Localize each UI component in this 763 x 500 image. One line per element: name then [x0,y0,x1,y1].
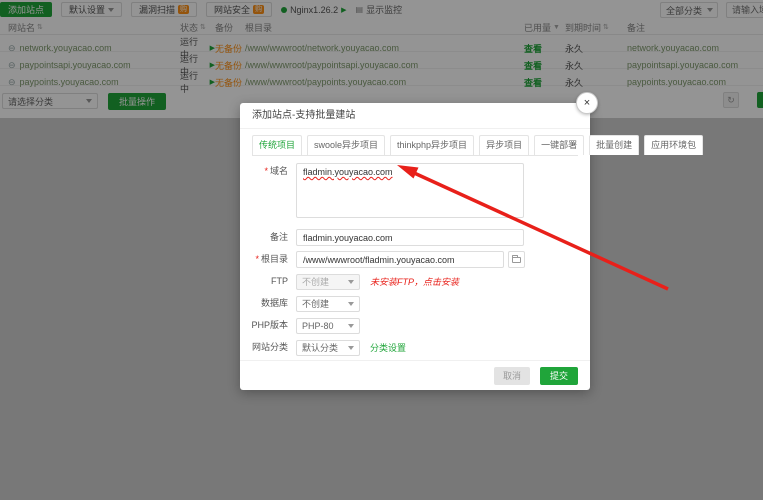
note-field-row: 备注 [240,229,590,246]
add-site-modal: 添加站点-支持批量建站 传统项目 swoole异步项目 thinkphp异步项目… [240,103,590,390]
tab-app-environment[interactable]: 应用环境包 [644,135,703,155]
domain-textarea[interactable]: fladmin.youyacao.com [296,163,524,218]
app-window: 添加站点 默认设置 漏洞扫描 购 网站安全 购 Nginx1.26.2 ▶ ▤ … [0,0,763,500]
add-site-form: *域名 fladmin.youyacao.com 备注 *根目录 FTP 不创建… [240,156,590,356]
chevron-down-icon [348,324,354,328]
required-mark: * [255,254,259,264]
chevron-down-icon [348,302,354,306]
tab-async-project[interactable]: 异步项目 [479,135,529,155]
modal-tabs: 传统项目 swoole异步项目 thinkphp异步项目 异步项目 一键部署 批… [252,135,578,156]
tab-traditional-project[interactable]: 传统项目 [252,135,302,155]
modal-footer: 取消 提交 [240,360,590,390]
tab-one-click-deploy[interactable]: 一键部署 [534,135,584,155]
php-version-value: PHP-80 [302,321,334,331]
folder-picker-button[interactable] [508,251,525,268]
category-settings-link[interactable]: 分类设置 [370,341,406,354]
site-category-value: 默认分类 [302,341,338,354]
modal-title: 添加站点-支持批量建站 [240,103,590,129]
root-path-input[interactable] [296,251,504,268]
chevron-down-icon [348,346,354,350]
tab-thinkphp-async[interactable]: thinkphp异步项目 [390,135,474,155]
php-version-label: PHP版本 [240,317,288,334]
root-label: *根目录 [240,251,288,268]
site-category-label: 网站分类 [240,339,288,356]
site-category-field-row: 网站分类 默认分类 分类设置 [240,339,590,356]
cancel-button[interactable]: 取消 [494,367,530,385]
tab-swoole-async[interactable]: swoole异步项目 [307,135,385,155]
domain-field-row: *域名 fladmin.youyacao.com [240,163,590,218]
folder-icon [512,257,521,263]
ftp-select-value: 不创建 [302,275,329,288]
root-field-row: *根目录 [240,251,590,268]
ftp-select[interactable]: 不创建 [296,274,360,290]
database-select[interactable]: 不创建 [296,296,360,312]
note-label: 备注 [240,229,288,246]
domain-label: *域名 [240,163,288,180]
tab-batch-create[interactable]: 批量创建 [589,135,639,155]
note-input[interactable] [296,229,524,246]
database-field-row: 数据库 不创建 [240,295,590,312]
close-icon[interactable]: × [576,92,598,114]
php-version-select[interactable]: PHP-80 [296,318,360,334]
php-version-field-row: PHP版本 PHP-80 [240,317,590,334]
ftp-install-link[interactable]: 未安装FTP，点击安装 [370,275,459,288]
ftp-field-row: FTP 不创建 未安装FTP，点击安装 [240,273,590,290]
submit-button[interactable]: 提交 [540,367,578,385]
site-category-select[interactable]: 默认分类 [296,340,360,356]
database-label: 数据库 [240,295,288,312]
database-select-value: 不创建 [302,297,329,310]
required-mark: * [264,166,268,176]
chevron-down-icon [348,280,354,284]
ftp-label: FTP [240,273,288,290]
domain-value: fladmin.youyacao.com [303,167,393,177]
